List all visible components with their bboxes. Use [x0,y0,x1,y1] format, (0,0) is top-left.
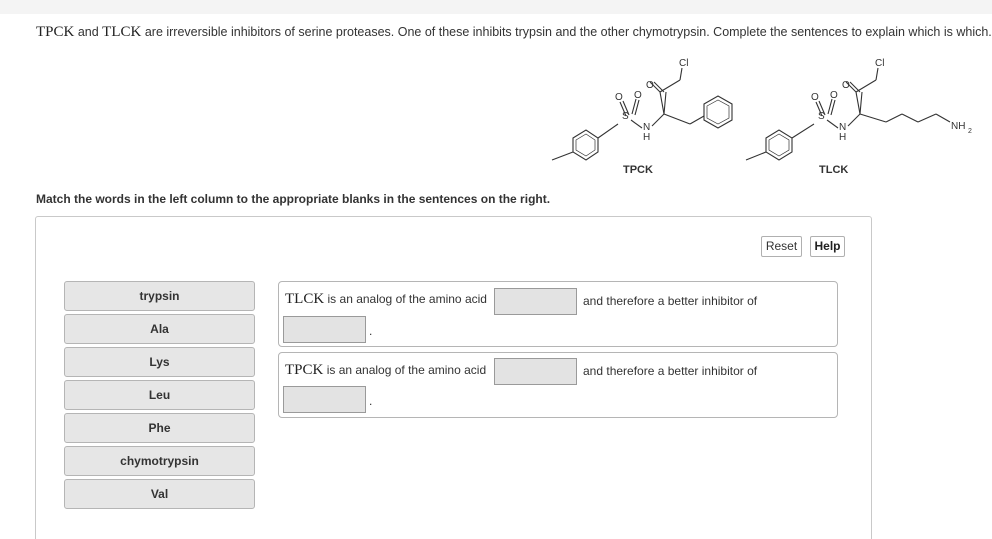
word-tile-phe[interactable]: Phe [64,413,255,443]
blank-amino-acid-tpck[interactable] [494,358,577,385]
help-button[interactable]: Help [810,236,845,257]
question-and: and [77,25,99,39]
word-tile-lys[interactable]: Lys [64,347,255,377]
sentence-period: . [369,324,373,338]
tpck-o-label-2: O [634,90,642,101]
tpck-abbr: TPCK [36,24,75,40]
tpck-cl-label: Cl [679,58,688,69]
tlck-o-label-1: O [811,92,819,103]
sentence-box-tlck: TLCK is an analog of the amino acid and … [278,281,838,347]
tlck-abbr: TLCK [102,24,142,40]
tpck-s-label: S [622,111,629,122]
sentence-text-2: and therefore a better inhibitor of [583,364,758,378]
tlck-nh-label: NH [951,121,965,132]
tlck-o-label-3: O [842,80,850,91]
sentence-lead: TLCK is an analog of the amino acid [285,291,487,308]
top-bar [0,0,992,14]
tlck-nh-subscript: 2 [968,128,972,135]
sentence-text-1: is an analog of the amino acid [327,292,487,306]
sentence-box-tpck: TPCK is an analog of the amino acid and … [278,352,838,418]
instruction-text: Match the words in the left column to th… [36,192,551,206]
word-tile-val[interactable]: Val [64,479,255,509]
tlck-label: TLCK [819,164,848,176]
word-tile-ala[interactable]: Ala [64,314,255,344]
question-text: TPCK and TLCK are irreversible inhibitor… [36,24,992,41]
sentence-abbr: TPCK [285,362,324,378]
sentence-lead: TPCK is an analog of the amino acid [285,362,486,379]
question-body: are irreversible inhibitors of serine pr… [144,25,992,39]
tpck-o-label-1: O [615,92,623,103]
blank-enzyme-tpck[interactable] [283,386,366,413]
sentence-text-1: is an analog of the amino acid [326,363,487,377]
tpck-h-label: H [643,132,650,143]
word-tile-leu[interactable]: Leu [64,380,255,410]
tlck-h-label: H [839,132,846,143]
blank-amino-acid-tlck[interactable] [494,288,577,315]
blank-enzyme-tlck[interactable] [283,316,366,343]
word-tile-chymotrypsin[interactable]: chymotrypsin [64,446,255,476]
tpck-o-label-3: O [646,80,654,91]
reset-button[interactable]: Reset [761,236,802,257]
tlck-s-label: S [818,111,825,122]
sentence-text-2: and therefore a better inhibitor of [583,294,758,308]
word-tile-trypsin[interactable]: trypsin [64,281,255,311]
tpck-structure [551,67,733,161]
inhibitor-structures: Cl O O O S N H Cl O O O S N H NH 2 TPCK … [551,58,972,176]
tpck-label: TPCK [623,164,653,176]
tlck-o-label-2: O [830,90,838,101]
sentence-period: . [369,394,373,408]
sentence-abbr: TLCK [285,291,325,307]
tlck-cl-label: Cl [875,58,884,69]
